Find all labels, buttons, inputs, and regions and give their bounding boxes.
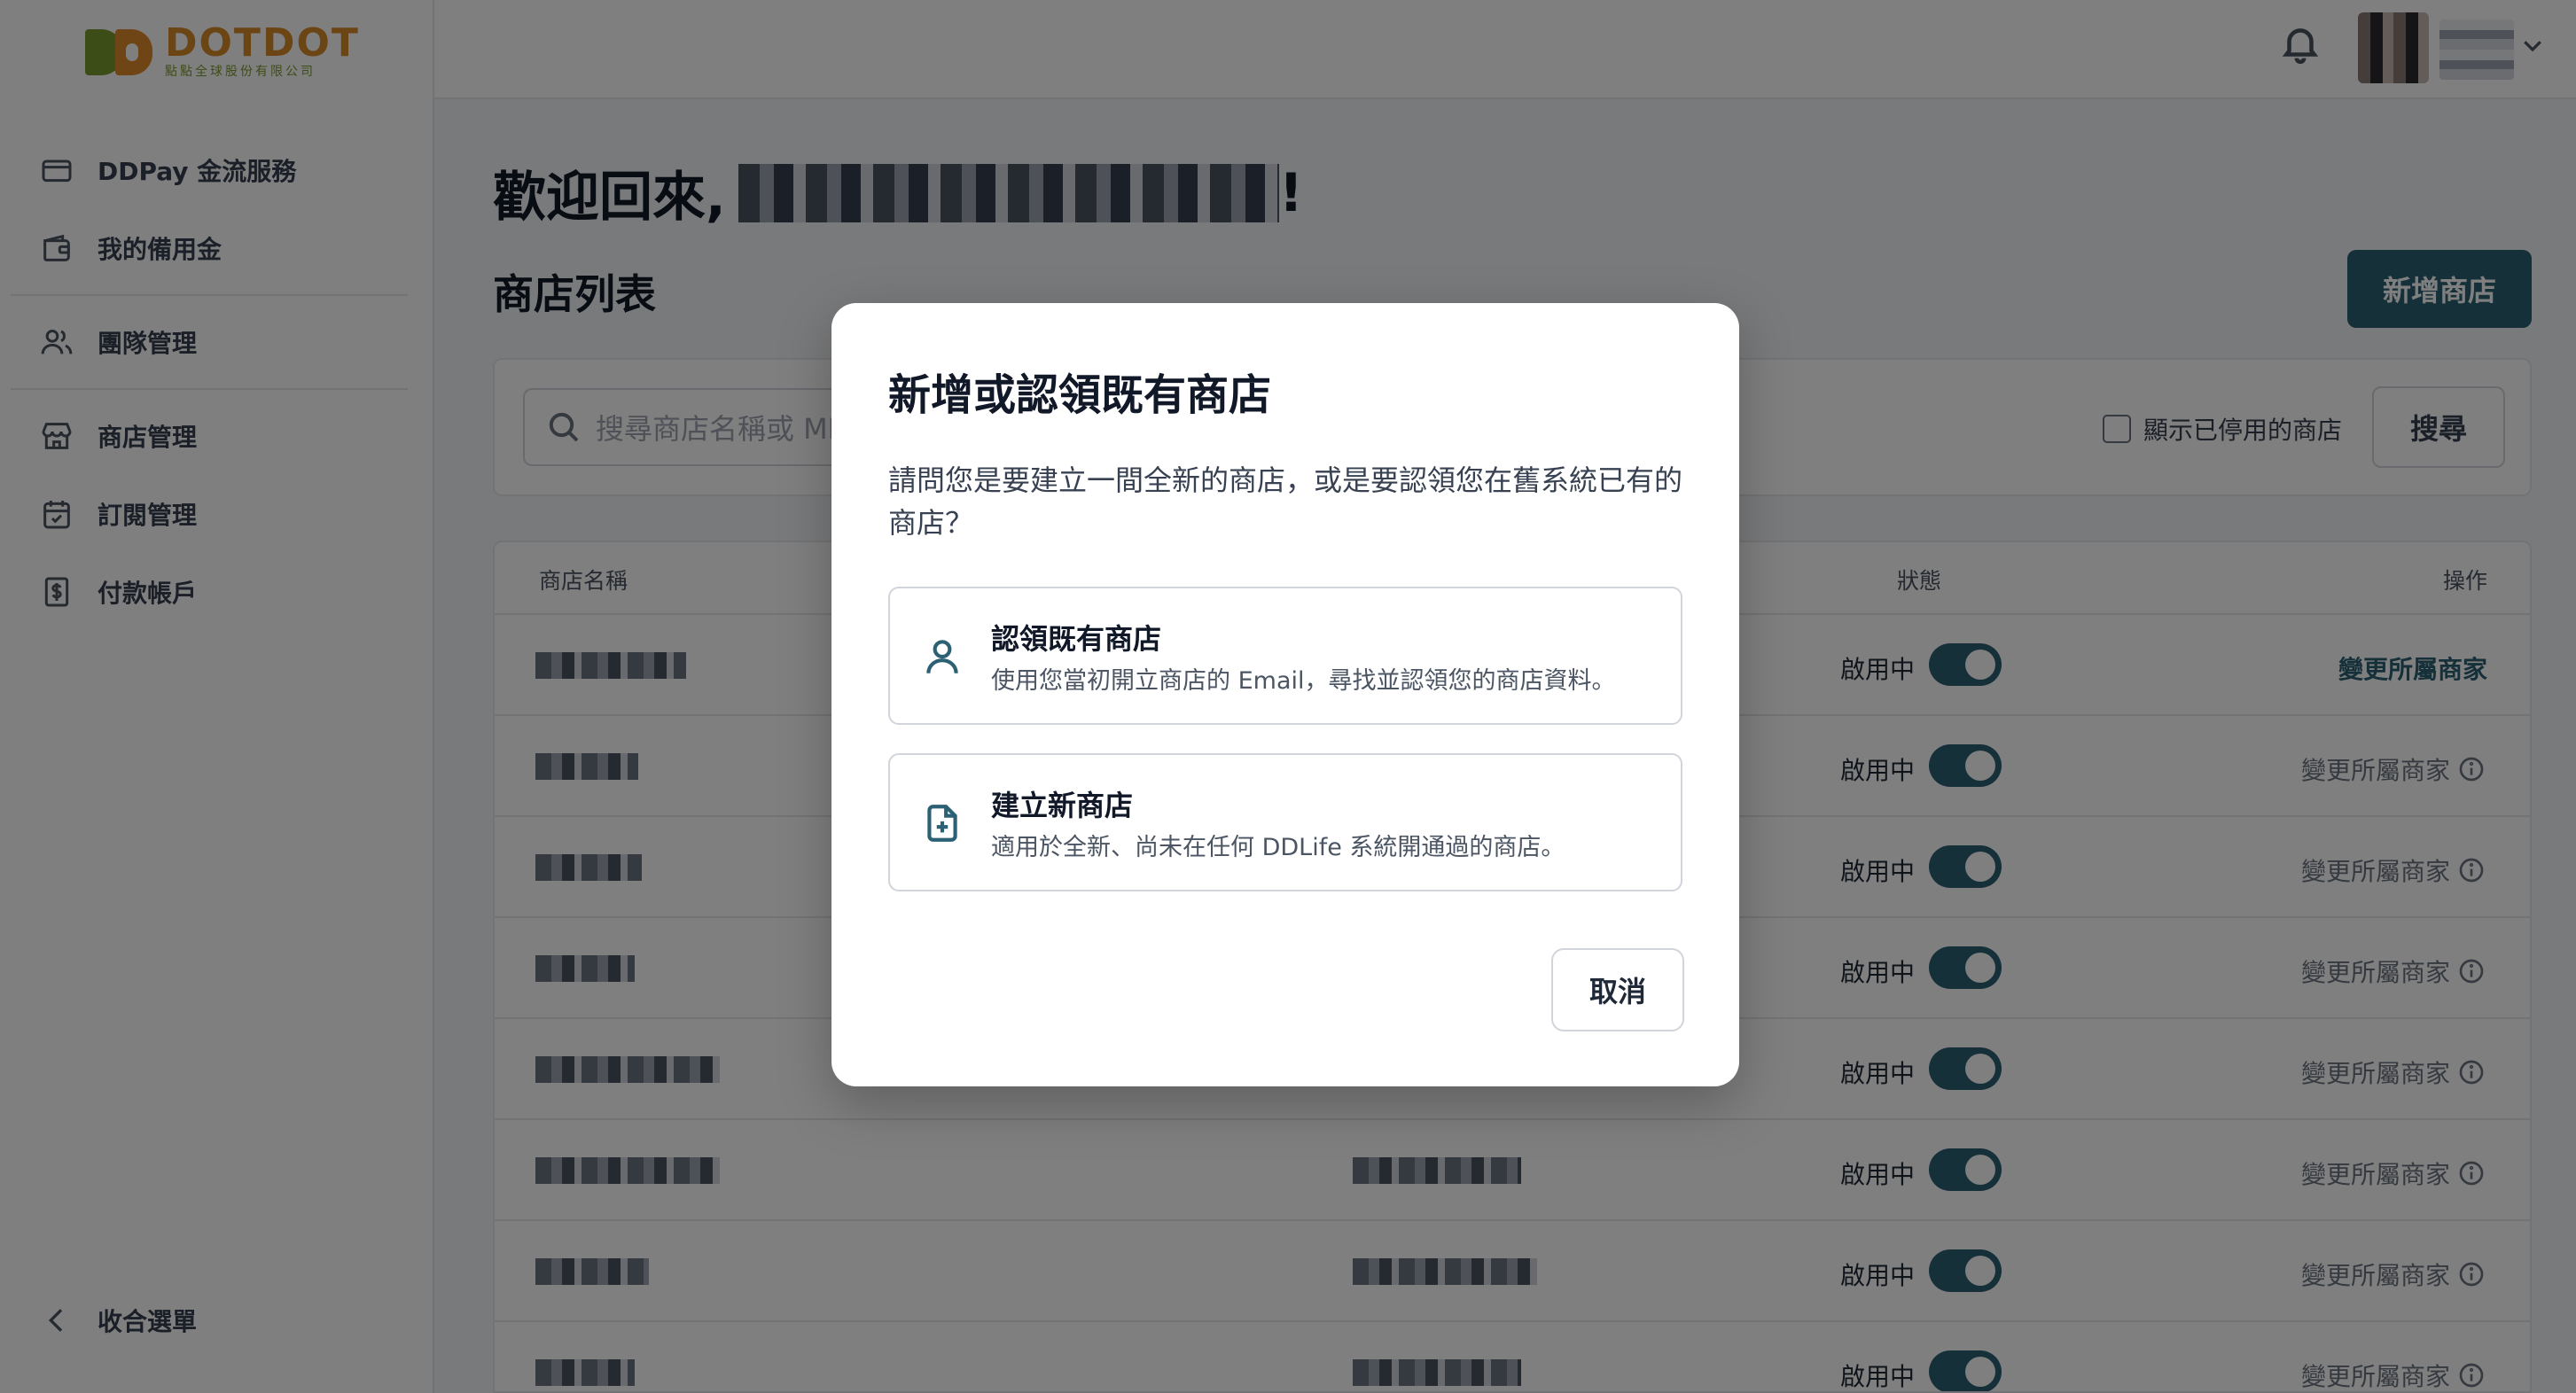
- dialog-description: 請問您是要建立一間全新的商店，或是要認領您在舊系統已有的商店？: [888, 463, 1683, 540]
- create-new-store-option[interactable]: 建立新商店 適用於全新、尚未在任何 DDLife 系統開通過的商店。: [888, 753, 1682, 891]
- dialog-title: 新增或認領既有商店: [888, 370, 1272, 420]
- cancel-button[interactable]: 取消: [1551, 948, 1684, 1031]
- user-icon: [926, 640, 958, 673]
- file-plus-icon: [927, 805, 957, 842]
- option-title: 建立新商店: [991, 789, 1134, 822]
- option-description: 適用於全新、尚未在任何 DDLife 系統開通過的商店。: [991, 834, 1565, 861]
- add-or-claim-store-dialog: 新增或認領既有商店 請問您是要建立一間全新的商店，或是要認領您在舊系統已有的商店…: [831, 303, 1739, 1086]
- option-title: 認領既有商店: [991, 622, 1162, 656]
- option-description: 使用您當初開立商店的 Email，尋找並認領您的商店資料。: [991, 667, 1616, 695]
- claim-existing-store-option[interactable]: 認領既有商店 使用您當初開立商店的 Email，尋找並認領您的商店資料。: [888, 587, 1682, 725]
